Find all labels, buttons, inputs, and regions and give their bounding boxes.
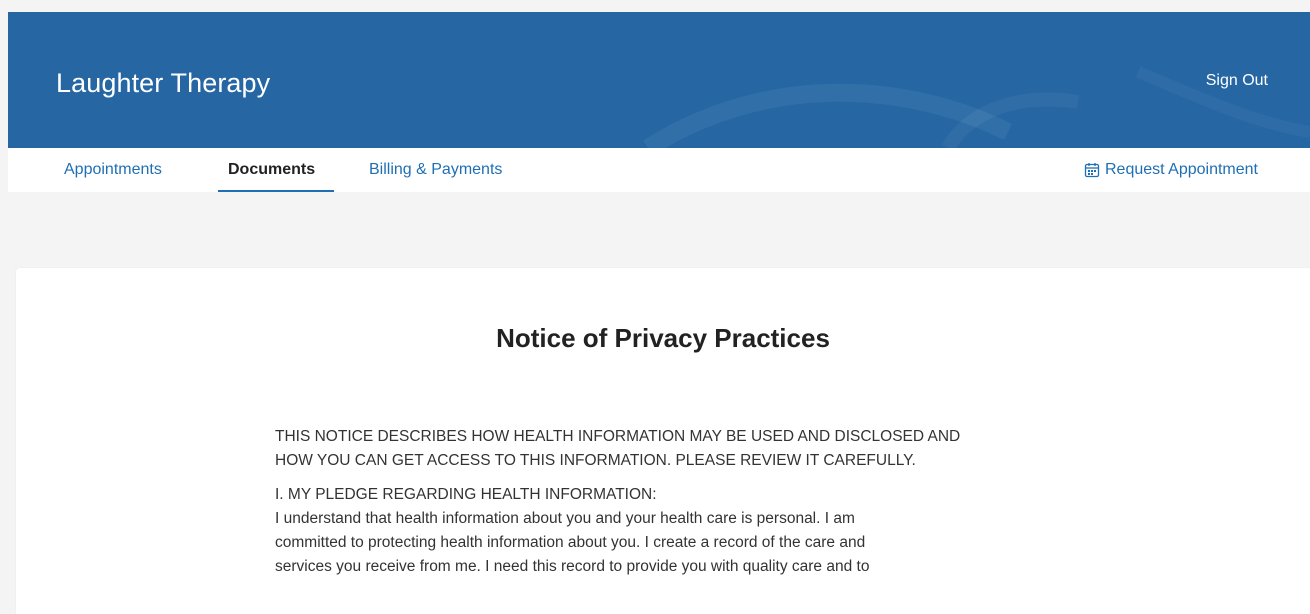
nav-bar: Appointments Documents Billing & Payment… xyxy=(8,148,1310,192)
document-body: THIS NOTICE DESCRIBES HOW HEALTH INFORMA… xyxy=(275,425,1055,589)
app-header: Laughter Therapy Sign Out xyxy=(8,12,1310,148)
section-heading: I. MY PLEDGE REGARDING HEALTH INFORMATIO… xyxy=(275,486,657,503)
section-text-line-2: committed to protecting health informati… xyxy=(275,534,866,551)
request-appointment-label: Request Appointment xyxy=(1105,161,1258,178)
request-appointment-button[interactable]: Request Appointment xyxy=(1084,159,1258,181)
sign-out-link[interactable]: Sign Out xyxy=(1206,70,1268,92)
notice-intro-line-1: THIS NOTICE DESCRIBES HOW HEALTH INFORMA… xyxy=(275,428,961,445)
notice-intro-line-2: HOW YOU CAN GET ACCESS TO THIS INFORMATI… xyxy=(275,452,916,469)
active-tab-underline xyxy=(218,190,334,192)
tab-documents[interactable]: Documents xyxy=(228,159,315,181)
notice-intro: THIS NOTICE DESCRIBES HOW HEALTH INFORMA… xyxy=(275,425,1055,473)
brand-title[interactable]: Laughter Therapy xyxy=(56,66,270,100)
calendar-icon xyxy=(1084,162,1100,178)
document-title: Notice of Privacy Practices xyxy=(496,323,830,353)
section-text-line-3: services you receive from me. I need thi… xyxy=(275,558,870,575)
section-pledge: I. MY PLEDGE REGARDING HEALTH INFORMATIO… xyxy=(275,483,1055,579)
top-strip xyxy=(0,0,1310,12)
tab-appointments[interactable]: Appointments xyxy=(64,159,162,181)
document-card: Notice of Privacy Practices THIS NOTICE … xyxy=(16,268,1310,614)
section-text-line-1: I understand that health information abo… xyxy=(275,510,855,527)
page: Laughter Therapy Sign Out Appointments D… xyxy=(0,0,1310,614)
tab-billing-payments[interactable]: Billing & Payments xyxy=(369,159,502,181)
